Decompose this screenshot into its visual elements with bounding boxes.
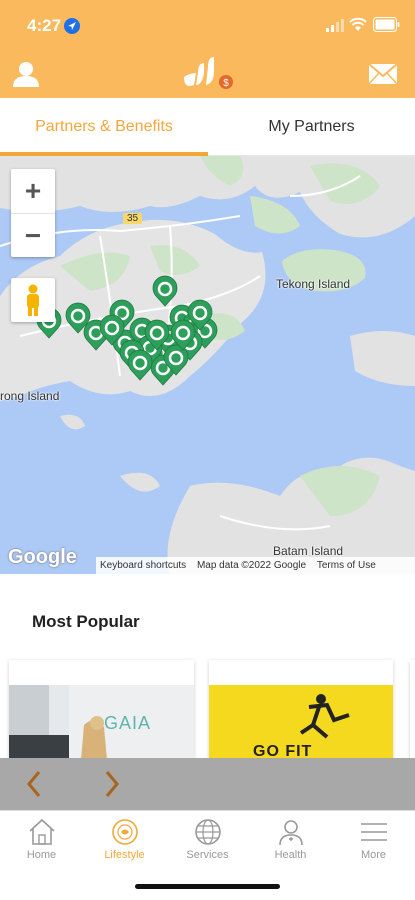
nav-label: Health [274, 849, 307, 861]
section-title: Most Popular [32, 612, 140, 631]
zoom-in-button[interactable]: + [11, 169, 55, 213]
home-indicator [135, 884, 280, 889]
keyboard-shortcuts-link[interactable]: Keyboard shortcuts [96, 560, 190, 571]
home-icon [29, 818, 55, 845]
location-arrow-icon [64, 18, 80, 34]
nav-health[interactable]: Health [249, 811, 332, 871]
nav-label: Services [186, 849, 229, 861]
map-attribution: Keyboard shortcuts Map data ©2022 Google… [96, 557, 415, 574]
map-road-label: 35 [123, 213, 143, 224]
header: 4:27 $ [0, 0, 415, 98]
status-time: 4:27 [27, 16, 62, 35]
chevron-left-icon[interactable] [23, 768, 45, 800]
nav-home[interactable]: Home [0, 811, 83, 871]
wifi-icon [349, 17, 367, 31]
menu-icon [361, 823, 387, 841]
svg-text:$: $ [223, 78, 229, 89]
map-label-tekong: Tekong Island [276, 277, 351, 291]
terms-of-use-link[interactable]: Terms of Use [313, 560, 380, 571]
tab-my-partners[interactable]: My Partners [208, 98, 415, 156]
tab-bar: Partners & Benefits My Partners [0, 98, 415, 156]
battery-icon [373, 17, 400, 32]
partner-map[interactable]: 35 Tekong Island rong Island Batam Islan… [0, 156, 415, 574]
map-canvas [0, 156, 415, 574]
map-data-text: Map data ©2022 Google [196, 560, 307, 571]
status-bar: 4:27 [0, 0, 415, 52]
nav-services[interactable]: Services [166, 811, 249, 871]
partner-card-gofit[interactable]: GO FIT [209, 660, 393, 760]
tab-partners-benefits[interactable]: Partners & Benefits [0, 98, 208, 156]
partner-card-next[interactable] [410, 660, 415, 760]
nav-lifestyle[interactable]: Lifestyle [83, 811, 166, 871]
mail-icon[interactable] [368, 63, 398, 85]
lifestyle-icon [112, 819, 138, 845]
card-image: GO FIT [209, 685, 393, 760]
partner-card-gaia[interactable]: GAIA [9, 660, 194, 760]
nav-more[interactable]: More [332, 811, 415, 871]
zoom-out-button[interactable]: − [11, 213, 55, 257]
gaia-brand-text: GAIA [104, 713, 152, 733]
zoom-control: + − [11, 169, 55, 257]
nav-label: Home [26, 849, 57, 861]
street-view-pegman-icon[interactable] [11, 278, 55, 322]
card-image: GAIA [9, 685, 194, 760]
map-label-batam: Batam Island [273, 544, 344, 558]
globe-icon [195, 819, 221, 845]
chevron-right-icon[interactable] [101, 768, 123, 800]
app-logo: $ [184, 57, 233, 89]
nav-label: More [360, 849, 387, 861]
health-icon [279, 820, 303, 846]
carousel-nav-bar [0, 758, 415, 810]
google-logo: Google [8, 546, 77, 568]
nav-label: Lifestyle [104, 849, 145, 861]
signal-icon [326, 19, 344, 32]
user-icon[interactable] [12, 61, 40, 87]
map-label-pulau: rong Island [0, 389, 60, 403]
